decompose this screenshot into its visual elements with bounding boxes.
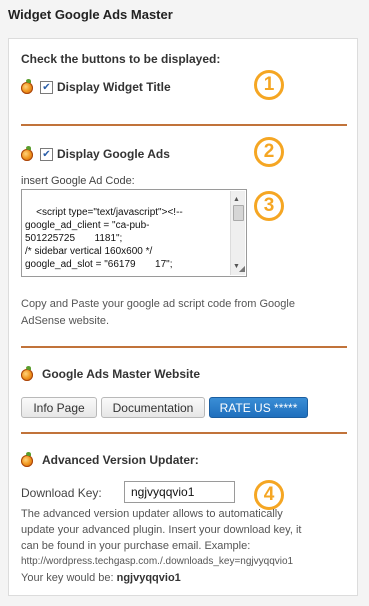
download-key-label: Download Key: [21,486,102,500]
separator [21,124,347,126]
step-badge-2: 2 [254,137,284,167]
step-badge-3: 3 [254,191,284,221]
ad-code-label: insert Google Ad Code: [21,175,135,187]
display-widget-title-checkbox[interactable]: ✔ [40,81,53,94]
key-example-row: Your key would be: ngjvyqqvio1 [21,571,181,585]
key-example-value: ngjvyqqvio1 [116,572,181,584]
ad-code-textarea[interactable]: <script type="text/javascript"><!-- goog… [21,189,247,277]
display-google-ads-label[interactable]: Display Google Ads [57,147,170,161]
website-heading: Google Ads Master Website [42,367,201,381]
ad-code-help-line2: AdSense website. [21,315,110,327]
widget-panel: Check the buttons to be displayed: ✔ Dis… [8,38,358,596]
orange-fruit-icon [21,79,33,94]
step-badge-4: 4 [254,480,284,510]
display-widget-title-label[interactable]: Display Widget Title [57,80,171,94]
orange-fruit-icon [21,452,33,467]
orange-fruit-icon [21,366,33,381]
download-key-input[interactable]: ngjvyqqvio1 [124,481,235,503]
ad-code-text[interactable]: <script type="text/javascript"><!-- goog… [25,207,183,270]
rate-us-button[interactable]: RATE US ***** [209,397,308,418]
step-badge-1: 1 [254,70,284,100]
updater-desc-line1: The advanced version updater allows to a… [21,508,283,520]
widget-title: Widget Google Ads Master [8,7,173,22]
updater-desc-line4: http://wordpress.techgasp.com./.download… [21,556,294,567]
updater-heading: Advanced Version Updater: [42,453,199,467]
updater-desc-line2: update your advanced plugin. Insert your… [21,524,302,536]
key-example-label: Your key would be: [21,572,114,584]
display-google-ads-checkbox[interactable]: ✔ [40,148,53,161]
updater-desc-line3: can be found in your purchase email. Exa… [21,540,251,552]
separator [21,346,347,348]
info-page-button[interactable]: Info Page [21,397,97,418]
documentation-button[interactable]: Documentation [101,397,205,418]
ad-code-help-line1: Copy and Paste your google ad script cod… [21,298,295,310]
section1-heading: Check the buttons to be displayed: [21,52,221,66]
separator [21,432,347,434]
resize-handle-icon[interactable]: ◢ [239,262,245,275]
scroll-thumb[interactable] [233,205,244,221]
orange-fruit-icon [21,146,33,161]
